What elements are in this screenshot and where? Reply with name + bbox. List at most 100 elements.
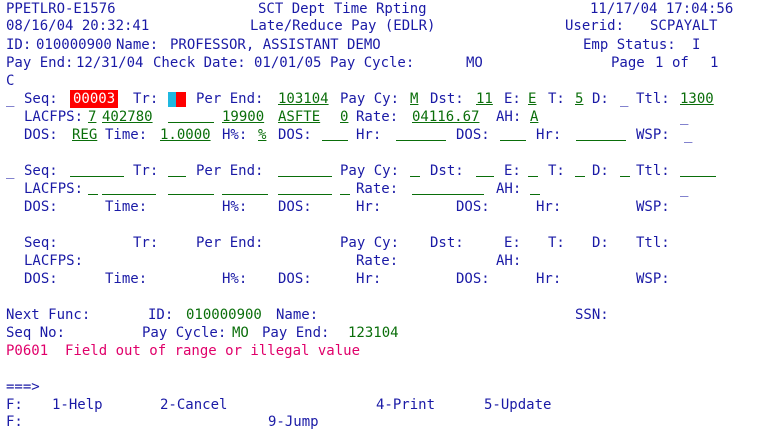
d-label-2: D: <box>592 163 609 179</box>
userid-label: Userid: <box>565 18 625 34</box>
lacfps2-field-4[interactable] <box>222 194 268 195</box>
seq-label-3: Seq: <box>24 235 58 251</box>
hpct-field[interactable]: % <box>258 126 266 144</box>
wsp-field[interactable]: _ <box>684 126 692 144</box>
seq-label: Seq: <box>24 91 58 107</box>
t-field-2[interactable] <box>575 176 585 177</box>
tr-field[interactable] <box>176 92 186 107</box>
lacfps-field-4[interactable]: ASFTE <box>278 108 320 126</box>
tr-field-cursor[interactable] <box>168 92 176 107</box>
t-label: T: <box>548 91 565 107</box>
userid-value: SCPAYALT <box>650 18 718 34</box>
ttl-field[interactable]: 1300 <box>680 90 714 108</box>
pay-cy-field[interactable]: M <box>410 90 418 108</box>
hr2-field[interactable] <box>576 140 626 141</box>
system-title: SCT Dept Time Rpting <box>258 1 427 17</box>
dst-label-3: Dst: <box>430 235 464 251</box>
ttl-label: Ttl: <box>636 91 670 107</box>
time-label-3: Time: <box>105 271 148 287</box>
per-end-field[interactable]: 103104 <box>278 90 329 108</box>
pay-cy-label: Pay Cy: <box>340 91 400 107</box>
dos3-field[interactable] <box>500 140 526 141</box>
footer-pay-cycle-label: Pay Cycle: <box>142 325 227 341</box>
ttl-blank-field-2[interactable]: _ <box>680 180 688 198</box>
dos2-label-2: DOS: <box>278 199 312 215</box>
lacfps2-field-1[interactable] <box>88 194 98 195</box>
hr-field[interactable] <box>396 140 446 141</box>
pay-cy-field-2[interactable] <box>410 176 420 177</box>
dos-label-3: DOS: <box>24 271 58 287</box>
name-value: PROFESSOR, ASSISTANT DEMO <box>170 37 381 53</box>
ah-label-3: AH: <box>496 253 522 269</box>
tr-label: Tr: <box>133 91 159 107</box>
lacfps-field-blank[interactable] <box>168 122 214 123</box>
emp-status-label: Emp Status: <box>583 37 676 53</box>
t-field[interactable]: 5 <box>575 90 583 108</box>
dos-field[interactable]: REG <box>72 126 97 144</box>
lacfps2-field-2[interactable] <box>102 194 156 195</box>
terminal-screen: PPETLRO-E1576 SCT Dept Time Rpting 11/17… <box>0 0 760 431</box>
dos2-field[interactable] <box>322 140 348 141</box>
help-key[interactable]: 1-Help <box>52 396 103 414</box>
lacfps2-field-5[interactable] <box>278 194 332 195</box>
rate-label: Rate: <box>356 109 399 125</box>
time-label: Time: <box>105 127 148 143</box>
id-label: ID: <box>6 37 32 53</box>
ttl-blank-field[interactable]: _ <box>680 108 688 126</box>
tr-field-2[interactable] <box>168 176 186 177</box>
jump-key[interactable]: 9-Jump <box>268 413 319 431</box>
t-label-2: T: <box>548 163 565 179</box>
footer-id-label: ID: <box>148 307 174 323</box>
dos3-label-3: DOS: <box>456 271 490 287</box>
time-label-2: Time: <box>105 199 148 215</box>
lacfps2-field-6[interactable] <box>340 194 350 195</box>
ah-field-2[interactable] <box>530 194 540 195</box>
update-key[interactable]: 5-Update <box>484 396 551 414</box>
command-prompt[interactable]: ===> <box>6 378 40 396</box>
per-end-field-2[interactable] <box>278 176 332 177</box>
lacfps-field-3[interactable]: 19900 <box>222 108 264 126</box>
lacfps-field-1[interactable]: 7 <box>88 108 96 126</box>
lacfps-field-2[interactable]: 402780 <box>102 108 153 126</box>
hr-label-2: Hr: <box>356 199 382 215</box>
footer-id-value[interactable]: 010000900 <box>186 306 262 324</box>
next-func-label: Next Func: <box>6 307 91 323</box>
d-field[interactable]: _ <box>620 90 628 108</box>
screen-title: Late/Reduce Pay (EDLR) <box>250 18 436 34</box>
footer-pay-end-value[interactable]: 123104 <box>348 324 399 342</box>
ttl-field-2[interactable] <box>680 176 716 177</box>
hr-label-3: Hr: <box>356 271 382 287</box>
lacfps2-field-3[interactable] <box>168 194 214 195</box>
dst-field[interactable]: 11 <box>476 90 493 108</box>
pay-end-value: 12/31/04 <box>76 55 144 71</box>
select-field[interactable]: _ <box>6 90 14 108</box>
rate-field-2[interactable] <box>412 194 484 195</box>
rate-label-3: Rate: <box>356 253 399 269</box>
pay-end-label: Pay End: <box>6 55 74 71</box>
dst-label-2: Dst: <box>430 163 464 179</box>
time-field[interactable]: 1.0000 <box>160 126 211 144</box>
e-field-2[interactable] <box>528 176 538 177</box>
print-key[interactable]: 4-Print <box>376 396 435 414</box>
pay-cycle-value: MO <box>466 55 483 71</box>
wsp-label: WSP: <box>636 127 670 143</box>
d-label: D: <box>592 91 609 107</box>
dos-label: DOS: <box>24 127 58 143</box>
d-field-2[interactable] <box>620 176 630 177</box>
select-field-2[interactable]: _ <box>6 162 14 180</box>
hpct-label-3: H%: <box>222 271 248 287</box>
seq-field-2[interactable] <box>70 176 124 177</box>
lacfps-label: LACFPS: <box>24 109 84 125</box>
ah-field[interactable]: A <box>530 108 538 126</box>
page-label: Page <box>611 55 645 71</box>
dos3-label: DOS: <box>456 127 490 143</box>
lacfps-field-5[interactable]: 0 <box>340 108 348 126</box>
footer-pay-cycle-value[interactable]: MO <box>232 324 249 342</box>
per-end-label-3: Per End: <box>196 235 264 251</box>
dst-field-2[interactable] <box>476 176 494 177</box>
e-field[interactable]: E <box>528 90 536 108</box>
ssn-label: SSN: <box>575 307 609 323</box>
rate-field[interactable]: 04116.67 <box>412 108 479 126</box>
cancel-key[interactable]: 2-Cancel <box>160 396 227 414</box>
seq-field[interactable]: 00003 <box>70 90 119 108</box>
